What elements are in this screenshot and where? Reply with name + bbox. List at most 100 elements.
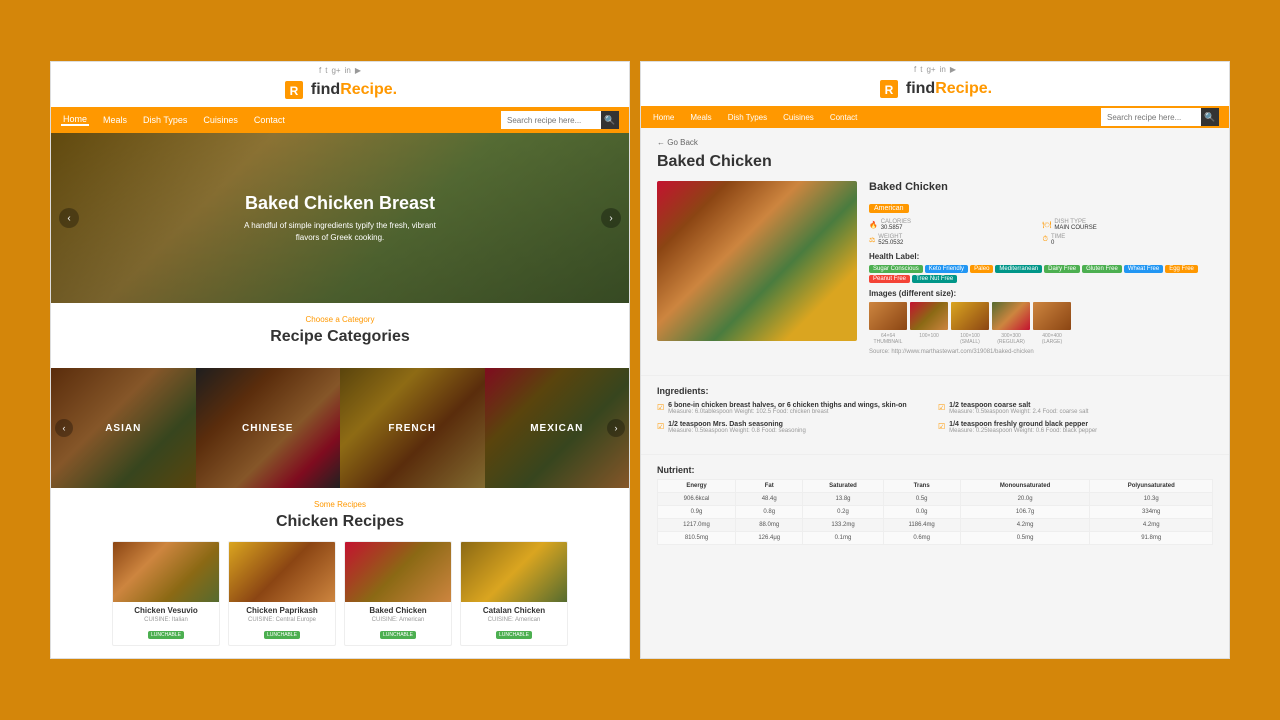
recipe-card-3[interactable]: Catalan Chicken CUISINE: American LUNCHA… [460,541,568,646]
nut-energy-0: 906.6kcal [658,493,736,506]
logo-text: findRecipe. [311,81,397,99]
right-nav-home[interactable]: Home [651,113,676,122]
recipe-meta-0: CUISINE: Italian [117,617,215,623]
right-yt-icon[interactable]: ▶ [950,65,956,74]
ing-measure-1: Measure: 0.5teaspoon Weight: 2.4 Food: c… [949,409,1088,415]
french-overlay: FRENCH [340,368,485,488]
svg-text:R: R [290,84,299,98]
stat-weight: ⚖ WEIGHT 525.0532 [869,234,1040,246]
nut-protein-1: 106.7g [960,506,1090,519]
nut-riboflavin-3: 0.5mg [960,532,1090,545]
right-search-button[interactable]: 🔍 [1201,108,1219,126]
nav-contact[interactable]: Contact [252,115,287,125]
source-text: Source: http://www.marthastewart.com/319… [869,349,1213,355]
thumb-0[interactable] [869,302,907,330]
recipe-card-1[interactable]: Chicken Paprikash CUISINE: Central Europ… [228,541,336,646]
recipe-card-2[interactable]: Baked Chicken CUISINE: American LUNCHABL… [344,541,452,646]
left-logo[interactable]: R findRecipe. [283,79,397,101]
ing-measure-0: Measure: 6.0tablespoon Weight: 102.5 Foo… [668,409,906,415]
category-next-arrow[interactable]: › [607,419,625,437]
divider-2 [641,454,1229,455]
right-gp-icon[interactable]: g+ [926,65,935,74]
left-nav: Home Meals Dish Types Cuisines Contact 🔍 [51,107,629,133]
recipe-name-3: Catalan Chicken [465,606,563,615]
category-row: ‹ ASIAN CHINESE FRENCH [51,368,629,488]
recipe-detail-title: Baked Chicken [657,153,1213,171]
detail-body: Baked Chicken American 🔥 CALORIES 30.585… [657,181,1213,355]
right-nav-cuisines[interactable]: Cuisines [781,113,816,122]
category-prev-arrow[interactable]: ‹ [55,419,73,437]
recipe-meta-3: CUISINE: American [465,617,563,623]
gp-icon[interactable]: g+ [331,66,340,75]
stat-time: ⏱ TIME 0 [1043,234,1214,246]
right-tw-icon[interactable]: t [920,65,922,74]
ingredient-2: ☑ 1/2 teaspoon Mrs. Dash seasoning Measu… [657,421,932,434]
nut-phosphorus-3: 810.5mg [658,532,736,545]
right-nav: Home Meals Dish Types Cuisines Contact 🔍 [641,106,1229,128]
nut-zinc-2: 4.2mg [1090,519,1213,532]
hero-subtitle: A handful of simple ingredients typify t… [240,220,440,242]
french-label: FRENCH [388,423,436,434]
left-search-input[interactable] [501,111,601,129]
recipes-section: Some Recipes Chicken Recipes Chicken Ves… [51,488,629,658]
thumb-1[interactable] [910,302,948,330]
thumb-lbl-0: 64×64 THUMBNAIL [869,333,907,345]
right-logo-text: findRecipe. [906,80,992,98]
thumb-3[interactable] [992,302,1030,330]
recipe-badge-2: LUNCHABLE [380,631,416,639]
recipe-img-1 [229,542,335,602]
nut-th-fat: Fat [736,480,803,493]
calories-icon: 🔥 [869,221,878,229]
tw-icon[interactable]: t [325,66,327,75]
right-nav-dish-types[interactable]: Dish Types [726,113,769,122]
hero-prev-arrow[interactable]: ‹ [59,208,79,228]
category-french[interactable]: FRENCH [340,368,485,488]
nutrient-row-1: 0.9g 0.8g 0.2g 0.0g 106.7g 334mg [658,506,1213,519]
weight-value: 525.0532 [878,240,903,246]
right-logo[interactable]: R findRecipe. [878,78,992,100]
time-info: TIME 0 [1051,234,1065,246]
ingredient-3: ☑ 1/4 teaspoon freshly ground black pepp… [938,421,1213,434]
categories-label: Choose a Category [61,315,619,324]
nav-home[interactable]: Home [61,114,89,126]
ing-text-2: 1/2 teaspoon Mrs. Dash seasoning [668,421,806,428]
thumb-2[interactable] [951,302,989,330]
right-search-input[interactable] [1101,108,1201,126]
nutrient-title: Nutrient: [657,465,1213,475]
stat-calories: 🔥 CALORIES 30.5857 [869,219,1040,231]
recipe-detail: ← Go Back Baked Chicken Baked Chicken Am… [641,128,1229,365]
nutrient-row-0: 906.6kcal 48.4g 13.8g 0.5g 20.0g 10.3g [658,493,1213,506]
hero-banner: ‹ Baked Chicken Breast A handful of simp… [51,133,629,303]
ing-measure-3: Measure: 0.25teaspoon Weight: 0.6 Food: … [949,428,1097,434]
li-icon[interactable]: in [345,66,351,75]
category-chinese[interactable]: CHINESE [196,368,341,488]
tag-dairy-free: Dairy Free [1044,265,1080,273]
ing-detail-0: 6 bone-in chicken breast halves, or 6 ch… [668,402,906,415]
detail-recipe-name: Baked Chicken [869,181,1213,193]
divider-1 [641,375,1229,376]
right-nav-contact[interactable]: Contact [828,113,860,122]
recipe-meta-2: CUISINE: American [349,617,447,623]
right-fb-icon[interactable]: f [914,65,916,74]
ing-detail-3: 1/4 teaspoon freshly ground black pepper… [949,421,1097,434]
tag-paleo: Paleo [970,265,993,273]
hero-next-arrow[interactable]: › [601,208,621,228]
fb-icon[interactable]: f [319,66,321,75]
thumb-4[interactable] [1033,302,1071,330]
screen-wrapper: f t g+ in ▶ R findRecipe. Home Meals Dis… [50,61,1230,659]
nav-dish-types[interactable]: Dish Types [141,115,189,125]
nav-cuisines[interactable]: Cuisines [201,115,240,125]
hero-content: Baked Chicken Breast A handful of simple… [240,193,440,242]
right-li-icon[interactable]: in [940,65,946,74]
recipe-card-0[interactable]: Chicken Vesuvio CUISINE: Italian LUNCHAB… [112,541,220,646]
go-back-link[interactable]: ← Go Back [657,138,1213,147]
nav-meals[interactable]: Meals [101,115,129,125]
nutrient-header-row: Energy Fat Saturated Trans Monounsaturat… [658,480,1213,493]
tag-egg-free: Egg Free [1165,265,1198,273]
left-panel: f t g+ in ▶ R findRecipe. Home Meals Dis… [50,61,630,659]
yt-icon[interactable]: ▶ [355,66,361,75]
nut-fiber-1: 0.2g [803,506,883,519]
right-nav-meals[interactable]: Meals [688,113,713,122]
left-search-button[interactable]: 🔍 [601,111,619,129]
nut-trans-0: 0.5g [883,493,960,506]
